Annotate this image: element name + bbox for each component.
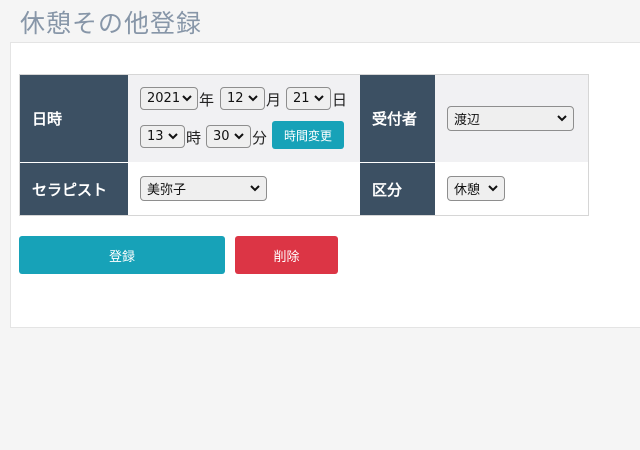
category-select[interactable]: 休憩 [447,176,505,201]
day-unit: 日 [332,91,348,109]
year-value: 2021 [147,91,181,106]
day-select[interactable]: 21 [286,87,331,110]
chevron-down-icon [485,181,501,197]
month-value: 12 [227,91,244,106]
category-value: 休憩 [454,183,481,198]
change-time-button[interactable]: 時間変更 [272,121,344,149]
chevron-down-icon [245,91,261,107]
therapist-select[interactable]: 美弥子 [140,176,267,201]
datetime-label: 日時 [20,75,128,162]
category-label: 区分 [360,163,435,215]
chevron-down-icon [554,111,570,127]
year-unit: 年 [199,91,215,109]
chevron-down-icon [165,129,181,145]
minute-value: 30 [213,129,230,144]
delete-button[interactable]: 削除 [235,236,338,274]
day-value: 21 [293,91,310,106]
therapist-value: 美弥子 [147,183,187,198]
register-button[interactable]: 登録 [19,236,225,274]
hour-unit: 時 [186,129,202,147]
chevron-down-icon [311,91,327,107]
receptionist-select[interactable]: 渡辺 [447,106,574,131]
page-title: 休憩その他登録 [20,9,203,38]
month-select[interactable]: 12 [220,87,265,110]
receptionist-label: 受付者 [360,75,435,162]
minute-select[interactable]: 30 [206,125,251,148]
hour-select[interactable]: 13 [140,125,185,148]
chevron-down-icon [247,181,263,197]
chevron-down-icon [180,91,194,107]
chevron-down-icon [231,129,247,145]
receptionist-value: 渡辺 [454,113,481,128]
year-select[interactable]: 2021 [140,87,198,110]
therapist-label: セラピスト [20,163,128,215]
hour-value: 13 [147,129,164,144]
month-unit: 月 [266,91,282,109]
minute-unit: 分 [252,129,268,147]
